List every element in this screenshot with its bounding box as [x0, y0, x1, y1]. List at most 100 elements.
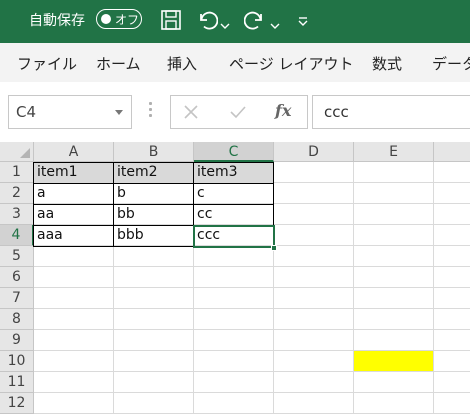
row-header-9[interactable]: 9 — [0, 330, 34, 351]
cell-a8[interactable] — [34, 309, 114, 330]
cell-a11[interactable] — [34, 372, 114, 393]
cell-f10[interactable] — [434, 351, 470, 372]
tab-data[interactable]: データ — [432, 53, 470, 74]
cell-a4[interactable]: aaa — [34, 225, 114, 246]
row-header-10[interactable]: 10 — [0, 351, 34, 372]
enter-icon[interactable] — [229, 104, 247, 124]
cell-e10[interactable] — [354, 351, 434, 372]
cancel-icon[interactable] — [183, 104, 199, 124]
column-header-b[interactable]: B — [114, 142, 194, 162]
cell-b9[interactable] — [114, 330, 194, 351]
cell-f4[interactable] — [434, 225, 470, 246]
cell-b11[interactable] — [114, 372, 194, 393]
row-header-8[interactable]: 8 — [0, 309, 34, 330]
cell-d8[interactable] — [274, 309, 354, 330]
cell-d2[interactable] — [274, 183, 354, 204]
cell-d1[interactable] — [274, 162, 354, 183]
cell-b7[interactable] — [114, 288, 194, 309]
cell-a9[interactable] — [34, 330, 114, 351]
undo-icon[interactable] — [196, 9, 219, 35]
cell-b3[interactable]: bb — [114, 204, 194, 225]
name-box[interactable]: C4 — [8, 95, 132, 129]
cell-b5[interactable] — [114, 246, 194, 267]
cell-f9[interactable] — [434, 330, 470, 351]
cell-d12[interactable] — [274, 393, 354, 414]
cell-f3[interactable] — [434, 204, 470, 225]
tab-file[interactable]: ファイル — [17, 53, 77, 74]
row-header-4[interactable]: 4 — [0, 225, 34, 246]
cell-f6[interactable] — [434, 267, 470, 288]
cell-d3[interactable] — [274, 204, 354, 225]
chevron-down-icon[interactable] — [115, 110, 123, 115]
tab-formulas[interactable]: 数式 — [372, 53, 402, 74]
drag-handle-icon[interactable] — [149, 102, 152, 120]
cell-e7[interactable] — [354, 288, 434, 309]
save-icon[interactable] — [160, 9, 182, 35]
cell-c2[interactable]: c — [194, 183, 274, 204]
cell-a12[interactable] — [34, 393, 114, 414]
cell-e12[interactable] — [354, 393, 434, 414]
cell-f1[interactable] — [434, 162, 470, 183]
cell-a1[interactable]: item1 — [34, 162, 114, 183]
cell-d11[interactable] — [274, 372, 354, 393]
cell-d9[interactable] — [274, 330, 354, 351]
cell-d5[interactable] — [274, 246, 354, 267]
row-header-7[interactable]: 7 — [0, 288, 34, 309]
cell-a6[interactable] — [34, 267, 114, 288]
cell-a2[interactable]: a — [34, 183, 114, 204]
cell-e11[interactable] — [354, 372, 434, 393]
column-header-c[interactable]: C — [194, 142, 274, 162]
cell-d10[interactable] — [274, 351, 354, 372]
redo-icon[interactable] — [243, 9, 266, 35]
cell-b6[interactable] — [114, 267, 194, 288]
cell-f5[interactable] — [434, 246, 470, 267]
cell-b1[interactable]: item2 — [114, 162, 194, 183]
formula-input[interactable]: ccc — [312, 95, 470, 129]
cell-e3[interactable] — [354, 204, 434, 225]
cell-b2[interactable]: b — [114, 183, 194, 204]
select-all-button[interactable] — [0, 142, 34, 162]
row-header-2[interactable]: 2 — [0, 183, 34, 204]
customize-toolbar-icon[interactable] — [297, 13, 309, 32]
cell-f11[interactable] — [434, 372, 470, 393]
column-header-d[interactable]: D — [274, 142, 354, 162]
cell-e2[interactable] — [354, 183, 434, 204]
tab-page-layout[interactable]: ページ レイアウト — [229, 53, 353, 74]
cell-c4[interactable]: ccc — [194, 225, 274, 246]
tab-insert[interactable]: 挿入 — [167, 53, 197, 74]
cell-f7[interactable] — [434, 288, 470, 309]
cell-a3[interactable]: aa — [34, 204, 114, 225]
insert-function-icon[interactable]: fx — [275, 101, 291, 120]
redo-dropdown-icon[interactable] — [270, 15, 280, 34]
row-header-11[interactable]: 11 — [0, 372, 34, 393]
cell-e5[interactable] — [354, 246, 434, 267]
tab-home[interactable]: ホーム — [96, 53, 141, 74]
cell-a7[interactable] — [34, 288, 114, 309]
cell-c12[interactable] — [194, 393, 274, 414]
row-header-12[interactable]: 12 — [0, 393, 34, 414]
cell-c9[interactable] — [194, 330, 274, 351]
cell-c3[interactable]: cc — [194, 204, 274, 225]
cell-c7[interactable] — [194, 288, 274, 309]
cell-d4[interactable] — [274, 225, 354, 246]
row-header-1[interactable]: 1 — [0, 162, 34, 183]
row-header-3[interactable]: 3 — [0, 204, 34, 225]
row-header-6[interactable]: 6 — [0, 267, 34, 288]
autosave-toggle[interactable]: オフ — [96, 9, 142, 29]
cell-f2[interactable] — [434, 183, 470, 204]
cell-e6[interactable] — [354, 267, 434, 288]
fill-handle[interactable] — [271, 245, 277, 251]
cell-b12[interactable] — [114, 393, 194, 414]
cell-c6[interactable] — [194, 267, 274, 288]
cell-c10[interactable] — [194, 351, 274, 372]
cell-f12[interactable] — [434, 393, 470, 414]
cell-f8[interactable] — [434, 309, 470, 330]
column-header-f[interactable] — [434, 142, 470, 162]
cell-c5[interactable] — [194, 246, 274, 267]
cell-e9[interactable] — [354, 330, 434, 351]
cell-d7[interactable] — [274, 288, 354, 309]
cell-c1[interactable]: item3 — [194, 162, 274, 183]
cell-c8[interactable] — [194, 309, 274, 330]
cell-e8[interactable] — [354, 309, 434, 330]
cell-c11[interactable] — [194, 372, 274, 393]
